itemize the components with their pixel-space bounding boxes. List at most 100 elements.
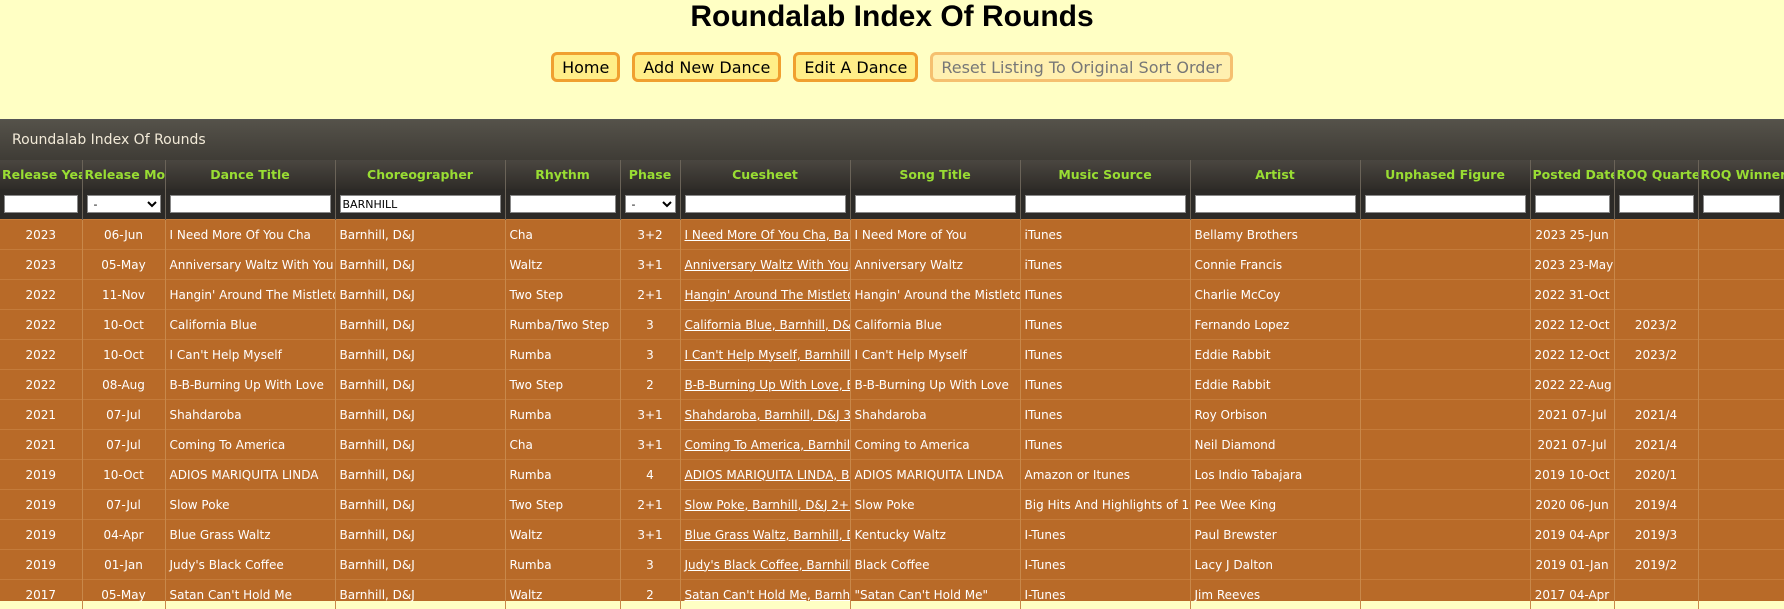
filter-posted-date[interactable] bbox=[1535, 195, 1610, 213]
table-cell: 04-Apr bbox=[82, 520, 165, 550]
table-cell: Rumba bbox=[505, 550, 620, 580]
table-row[interactable]: 201901-JanJudy's Black CoffeeBarnhill, D… bbox=[0, 550, 1784, 580]
column-header[interactable]: Release Month bbox=[82, 160, 165, 189]
filter-release-year[interactable] bbox=[4, 195, 78, 213]
edit-dance-button[interactable]: Edit A Dance bbox=[793, 52, 918, 82]
table-cell: 2019 01-Jan bbox=[1530, 550, 1614, 580]
table-row[interactable]: 202210-OctCalifornia BlueBarnhill, D&JRu… bbox=[0, 310, 1784, 340]
table-cell: 2021/4 bbox=[1614, 430, 1698, 460]
cuesheet-link[interactable]: Coming To America, Barnhill, D&J bbox=[680, 430, 850, 460]
table-cell: Waltz bbox=[505, 520, 620, 550]
table-cell: "Satan Can't Hold Me" bbox=[850, 580, 1020, 609]
filter-roq-winner[interactable] bbox=[1703, 195, 1780, 213]
cuesheet-link[interactable]: Judy's Black Coffee, Barnhill, D&J bbox=[680, 550, 850, 580]
table-cell: 10-Oct bbox=[82, 460, 165, 490]
table-row[interactable]: 202211-NovHangin' Around The MistletoeBa… bbox=[0, 280, 1784, 310]
table-cell bbox=[1698, 550, 1784, 580]
filter-release-month[interactable]: - bbox=[87, 195, 161, 213]
table-cell: 05-May bbox=[82, 250, 165, 280]
table-row[interactable]: 202305-MayAnniversary Waltz With YouBarn… bbox=[0, 250, 1784, 280]
table-cell: 2019/3 bbox=[1614, 520, 1698, 550]
filter-music-source[interactable] bbox=[1025, 195, 1186, 213]
table-row[interactable]: 201907-JulSlow PokeBarnhill, D&JTwo Step… bbox=[0, 490, 1784, 520]
table-cell: 2019 bbox=[0, 490, 82, 520]
filter-artist[interactable] bbox=[1195, 195, 1356, 213]
cuesheet-link[interactable]: B-B-Burning Up With Love, Barnhill, D&J bbox=[680, 370, 850, 400]
filter-dance-title[interactable] bbox=[170, 195, 331, 213]
column-header[interactable]: Unphased Figure bbox=[1360, 160, 1530, 189]
filter-cuesheet[interactable] bbox=[685, 195, 846, 213]
table-cell: 2023 bbox=[0, 220, 82, 250]
column-header[interactable]: Release Year bbox=[0, 160, 82, 189]
table-cell: 2022 12-Oct bbox=[1530, 310, 1614, 340]
table-cell bbox=[1360, 460, 1530, 490]
table-cell: Los Indio Tabajara bbox=[1190, 460, 1360, 490]
table-body: 202306-JunI Need More Of You ChaBarnhill… bbox=[0, 220, 1784, 609]
column-header[interactable]: Dance Title bbox=[165, 160, 335, 189]
filter-phase[interactable]: - bbox=[625, 195, 676, 213]
table-cell bbox=[1698, 370, 1784, 400]
column-header[interactable]: Rhythm bbox=[505, 160, 620, 189]
home-button[interactable]: Home bbox=[551, 52, 620, 82]
table-cell: Coming to America bbox=[850, 430, 1020, 460]
table-cell: Judy's Black Coffee bbox=[165, 550, 335, 580]
table-cell: 3 bbox=[620, 310, 680, 340]
table-cell: 4 bbox=[620, 460, 680, 490]
table-cell: Amazon or Itunes bbox=[1020, 460, 1190, 490]
column-header[interactable]: Cuesheet bbox=[680, 160, 850, 189]
table-row[interactable]: 201910-OctADIOS MARIQUITA LINDABarnhill,… bbox=[0, 460, 1784, 490]
cuesheet-link[interactable]: ADIOS MARIQUITA LINDA, Barnhill, D&J bbox=[680, 460, 850, 490]
reset-sort-button[interactable]: Reset Listing To Original Sort Order bbox=[930, 52, 1233, 82]
table-cell: 2022 12-Oct bbox=[1530, 340, 1614, 370]
column-header[interactable]: Artist bbox=[1190, 160, 1360, 189]
table-cell: Anniversary Waltz With You bbox=[165, 250, 335, 280]
table-row[interactable]: 202107-JulShahdarobaBarnhill, D&JRumba3+… bbox=[0, 400, 1784, 430]
table-cell: 3+1 bbox=[620, 400, 680, 430]
rounds-table: Release YearRelease MonthDance TitleChor… bbox=[0, 160, 1784, 609]
cuesheet-link[interactable]: California Blue, Barnhill, D&J Rumba bbox=[680, 310, 850, 340]
cuesheet-link[interactable]: Blue Grass Waltz, Barnhill, D&J bbox=[680, 520, 850, 550]
table-row[interactable]: 202306-JunI Need More Of You ChaBarnhill… bbox=[0, 220, 1784, 250]
table-cell: Cha bbox=[505, 220, 620, 250]
column-header[interactable]: Posted Date bbox=[1530, 160, 1614, 189]
cuesheet-link[interactable]: Satan Can't Hold Me, Barnhill, D&J bbox=[680, 580, 850, 609]
table-cell: 2020/1 bbox=[1614, 460, 1698, 490]
table-cell: 2019 bbox=[0, 550, 82, 580]
filter-song-title[interactable] bbox=[855, 195, 1016, 213]
table-row[interactable]: 201904-AprBlue Grass WaltzBarnhill, D&JW… bbox=[0, 520, 1784, 550]
cuesheet-link[interactable]: Shahdaroba, Barnhill, D&J 3+1 bbox=[680, 400, 850, 430]
table-cell bbox=[1698, 430, 1784, 460]
table-cell: Barnhill, D&J bbox=[335, 370, 505, 400]
table-cell: Slow Poke bbox=[165, 490, 335, 520]
column-header[interactable]: Phase bbox=[620, 160, 680, 189]
filter-roq-quarter[interactable] bbox=[1619, 195, 1694, 213]
filter-unphased-figure[interactable] bbox=[1365, 195, 1526, 213]
table-cell: 05-May bbox=[82, 580, 165, 609]
table-cell: 2021 bbox=[0, 430, 82, 460]
cuesheet-link[interactable]: Hangin' Around The Mistletoe, Barnhill, … bbox=[680, 280, 850, 310]
table-row[interactable]: 201705-MaySatan Can't Hold MeBarnhill, D… bbox=[0, 580, 1784, 609]
column-header[interactable]: Music Source bbox=[1020, 160, 1190, 189]
add-new-dance-button[interactable]: Add New Dance bbox=[632, 52, 781, 82]
table-cell: iTunes bbox=[1020, 250, 1190, 280]
cuesheet-link[interactable]: Slow Poke, Barnhill, D&J 2+1 bbox=[680, 490, 850, 520]
cuesheet-link[interactable]: Anniversary Waltz With You, Barnhill, D&… bbox=[680, 250, 850, 280]
cuesheet-link[interactable]: I Need More Of You Cha, Barnhill, D&J bbox=[680, 220, 850, 250]
table-row[interactable]: 202208-AugB-B-Burning Up With LoveBarnhi… bbox=[0, 370, 1784, 400]
column-header[interactable]: ROQ Winner bbox=[1698, 160, 1784, 189]
filter-rhythm[interactable] bbox=[510, 195, 616, 213]
table-cell: ADIOS MARIQUITA LINDA bbox=[165, 460, 335, 490]
table-cell bbox=[1360, 520, 1530, 550]
table-cell: 3 bbox=[620, 550, 680, 580]
table-row[interactable]: 202107-JulComing To AmericaBarnhill, D&J… bbox=[0, 430, 1784, 460]
table-cell: 2023/2 bbox=[1614, 340, 1698, 370]
table-cell: 2023 23-May bbox=[1530, 250, 1614, 280]
column-header[interactable]: Song Title bbox=[850, 160, 1020, 189]
filter-choreographer[interactable] bbox=[340, 195, 501, 213]
table-row[interactable]: 202210-OctI Can't Help MyselfBarnhill, D… bbox=[0, 340, 1784, 370]
table-cell: Waltz bbox=[505, 580, 620, 609]
cuesheet-link[interactable]: I Can't Help Myself, Barnhill, D&J bbox=[680, 340, 850, 370]
column-header[interactable]: ROQ Quarter bbox=[1614, 160, 1698, 189]
table-cell bbox=[1360, 310, 1530, 340]
column-header[interactable]: Choreographer bbox=[335, 160, 505, 189]
